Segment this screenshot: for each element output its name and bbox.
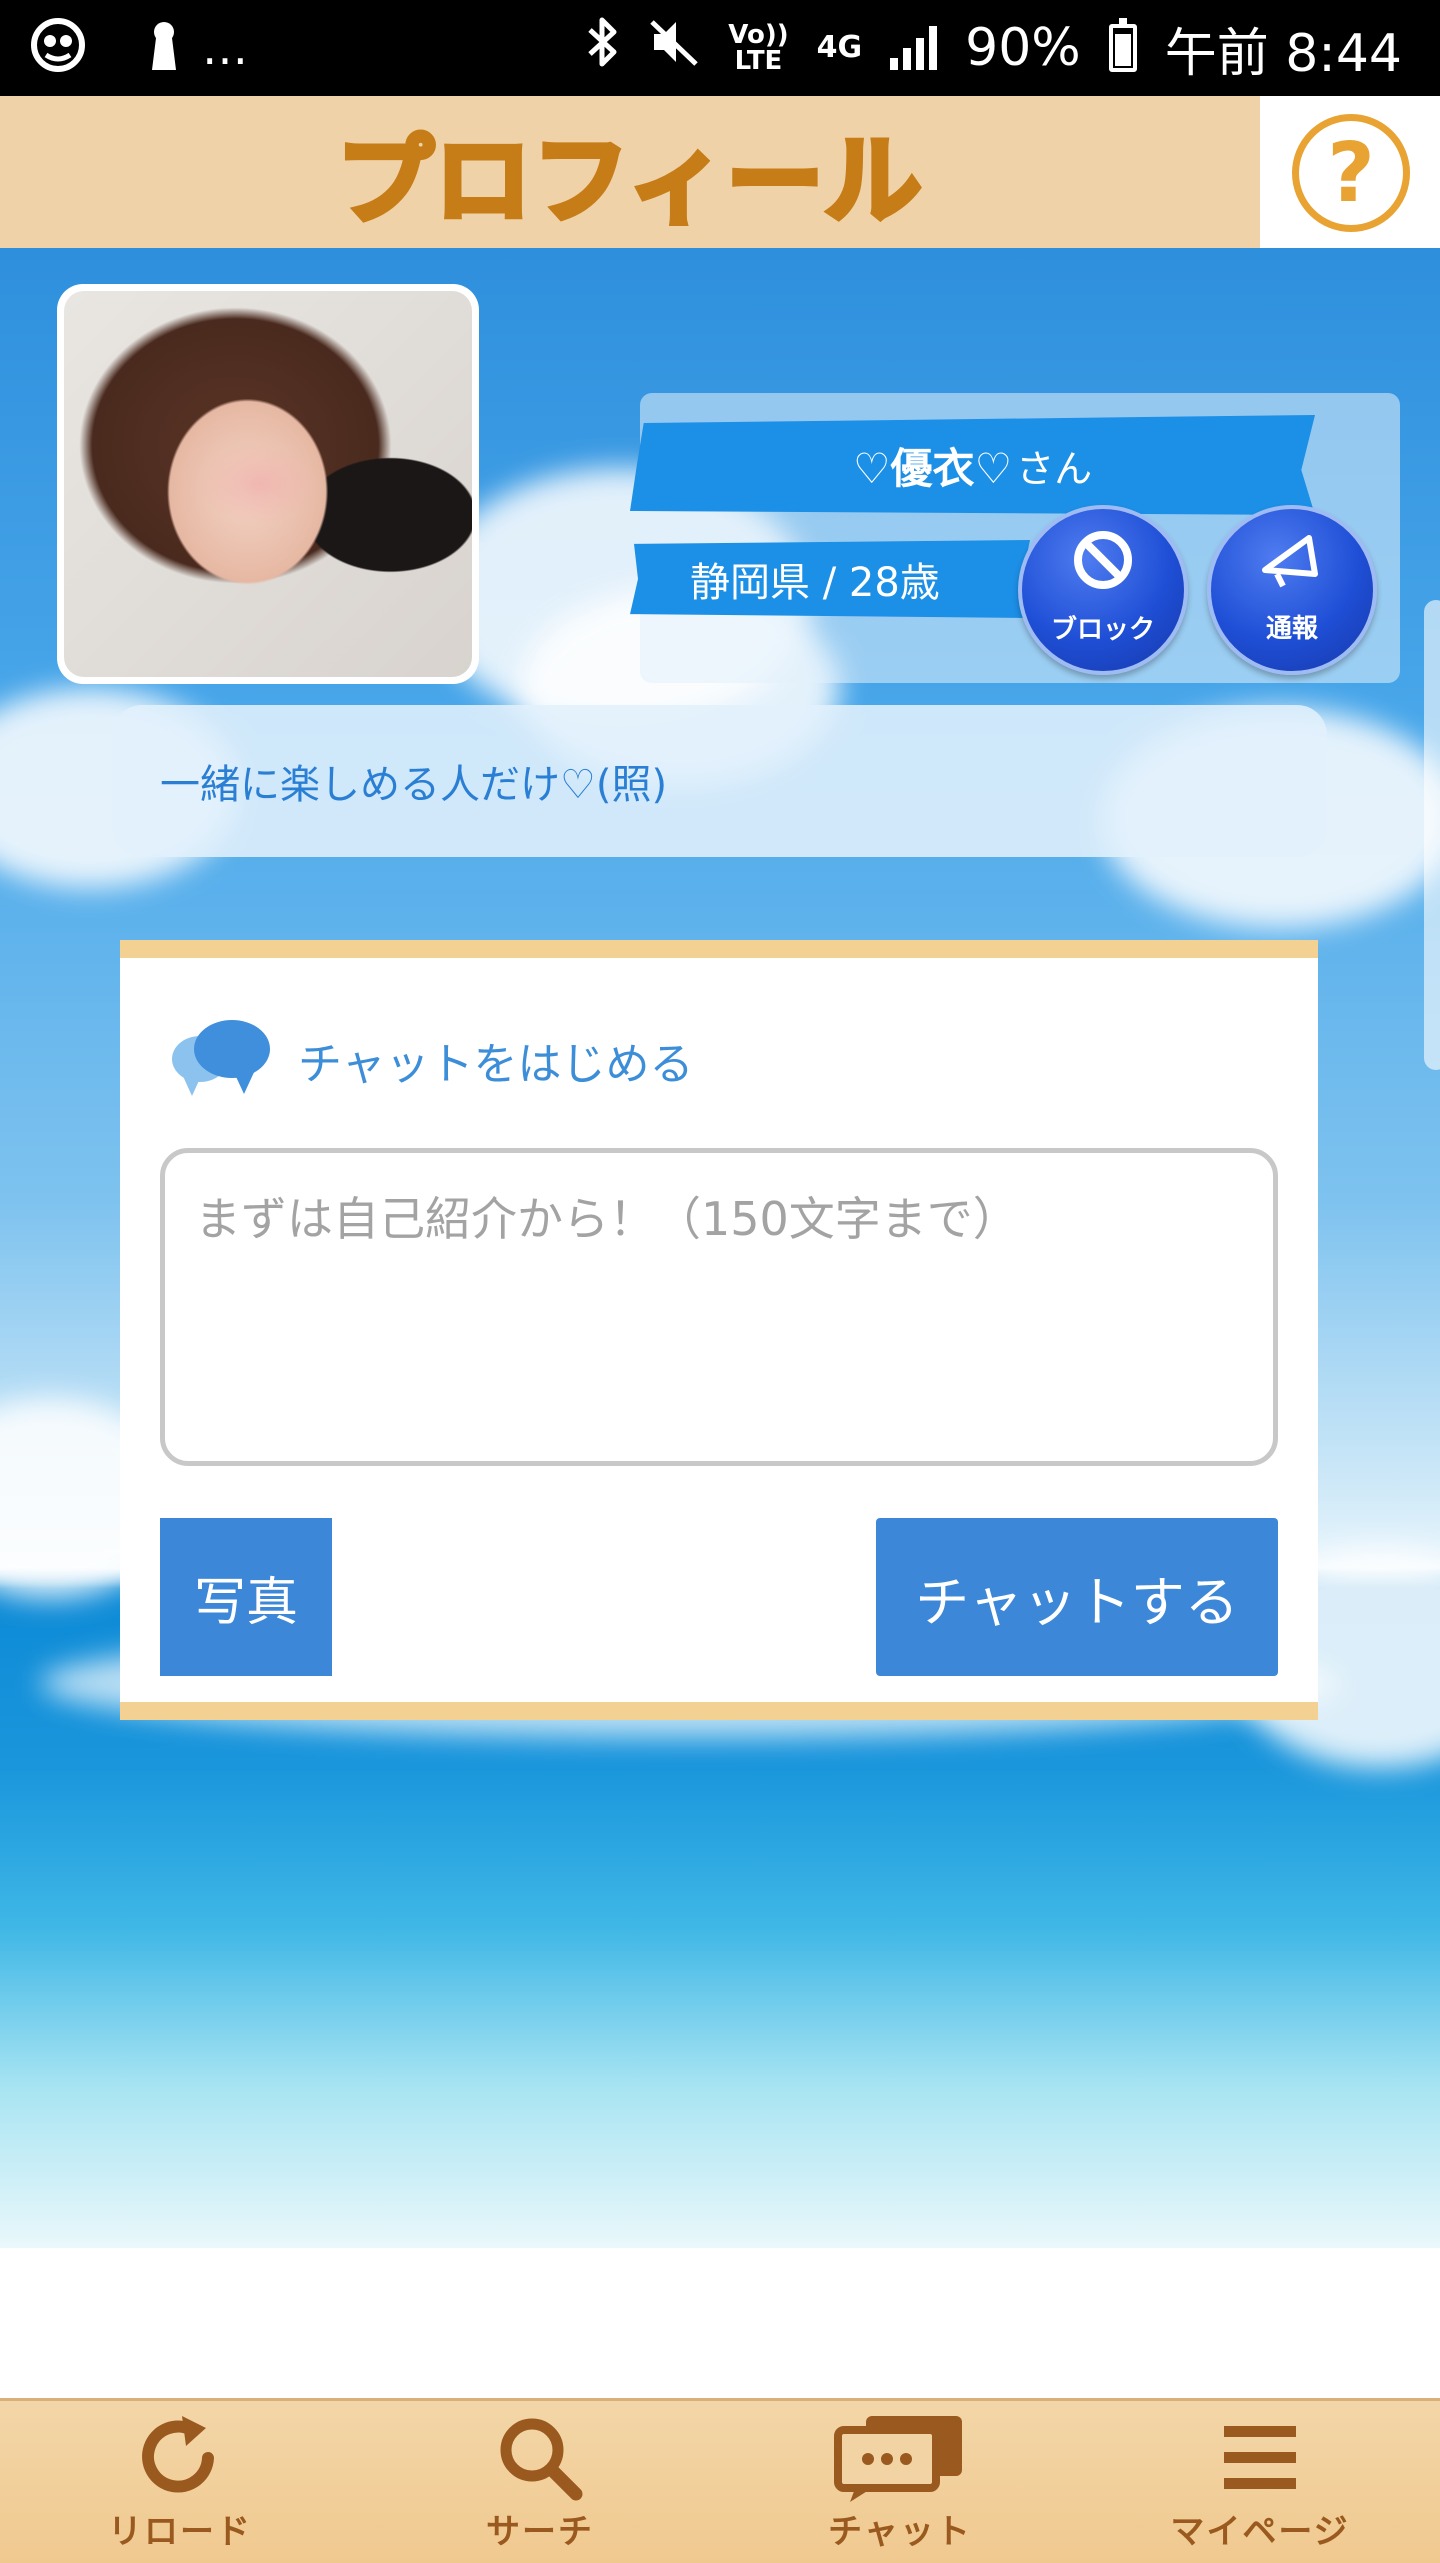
- send-chat-button[interactable]: チャットする: [876, 1518, 1278, 1676]
- mute-icon: [648, 16, 700, 81]
- side-scroll-tab[interactable]: [1424, 600, 1440, 1070]
- photo-button[interactable]: 写真: [160, 1518, 332, 1676]
- reload-icon: [130, 2412, 230, 2502]
- nav-mypage[interactable]: マイページ: [1080, 2401, 1440, 2563]
- profile-name: ♡優衣♡ さん: [640, 415, 1305, 515]
- help-button[interactable]: ?: [1292, 114, 1410, 232]
- battery-percent: 90%: [965, 18, 1081, 78]
- app-notification-icon: [30, 17, 86, 80]
- block-icon: [1072, 529, 1134, 601]
- chat-message-input[interactable]: [160, 1148, 1278, 1466]
- nav-chat-label: チャット: [828, 2511, 972, 2552]
- search-icon: [490, 2412, 590, 2502]
- chat-start-card: チャットをはじめる 写真 チャットする: [120, 940, 1318, 1720]
- nav-chat[interactable]: チャット: [720, 2401, 1080, 2563]
- profile-bio-text: 一緒に楽しめる人だけ♡(照): [160, 762, 668, 808]
- profile-bio: 一緒に楽しめる人だけ♡(照): [112, 705, 1327, 857]
- nav-reload[interactable]: リロード: [0, 2401, 360, 2563]
- more-notifications-indicator: …: [202, 21, 248, 75]
- volte-indicator: Vo)) LTE: [728, 20, 789, 76]
- keyhole-icon: [146, 18, 182, 78]
- nav-search[interactable]: サーチ: [360, 2401, 720, 2563]
- profile-name-text: ♡優衣♡: [852, 443, 1013, 493]
- chat-bubbles-icon: [172, 1020, 272, 1100]
- chat-icon: [830, 2412, 970, 2502]
- signal-icon: [890, 26, 938, 70]
- block-button[interactable]: ブロック: [1018, 505, 1188, 675]
- profile-photo-image: [64, 291, 472, 677]
- megaphone-icon: [1257, 530, 1327, 600]
- page-title: プロフィール: [334, 122, 924, 240]
- chat-heading: チャットをはじめる: [172, 1020, 694, 1100]
- nav-mypage-label: マイページ: [1170, 2511, 1350, 2552]
- chat-heading-text: チャットをはじめる: [298, 1039, 694, 1090]
- report-button[interactable]: 通報: [1207, 505, 1377, 675]
- question-icon: ?: [1327, 125, 1375, 221]
- battery-icon: [1108, 18, 1137, 72]
- menu-icon: [1210, 2412, 1310, 2502]
- profile-photo[interactable]: [57, 284, 479, 684]
- block-label: ブロック: [1050, 614, 1155, 645]
- bottom-nav: リロード サーチ チャット マイページ: [0, 2398, 1440, 2563]
- network-type: 4G: [816, 30, 863, 65]
- bluetooth-icon: [586, 16, 620, 81]
- profile-location-age: 静岡県 / 28歳: [690, 560, 940, 606]
- status-bar: … Vo)) LTE 4G 90% 午前 8:44: [0, 0, 1440, 96]
- profile-honorific: さん: [1016, 446, 1093, 491]
- help-area: ?: [1260, 96, 1440, 248]
- report-label: 通報: [1265, 613, 1318, 644]
- nav-reload-label: リロード: [108, 2511, 252, 2552]
- clock: 午前 8:44: [1164, 23, 1402, 84]
- app-header: プロフィール ?: [0, 96, 1440, 248]
- nav-search-label: サーチ: [486, 2511, 594, 2552]
